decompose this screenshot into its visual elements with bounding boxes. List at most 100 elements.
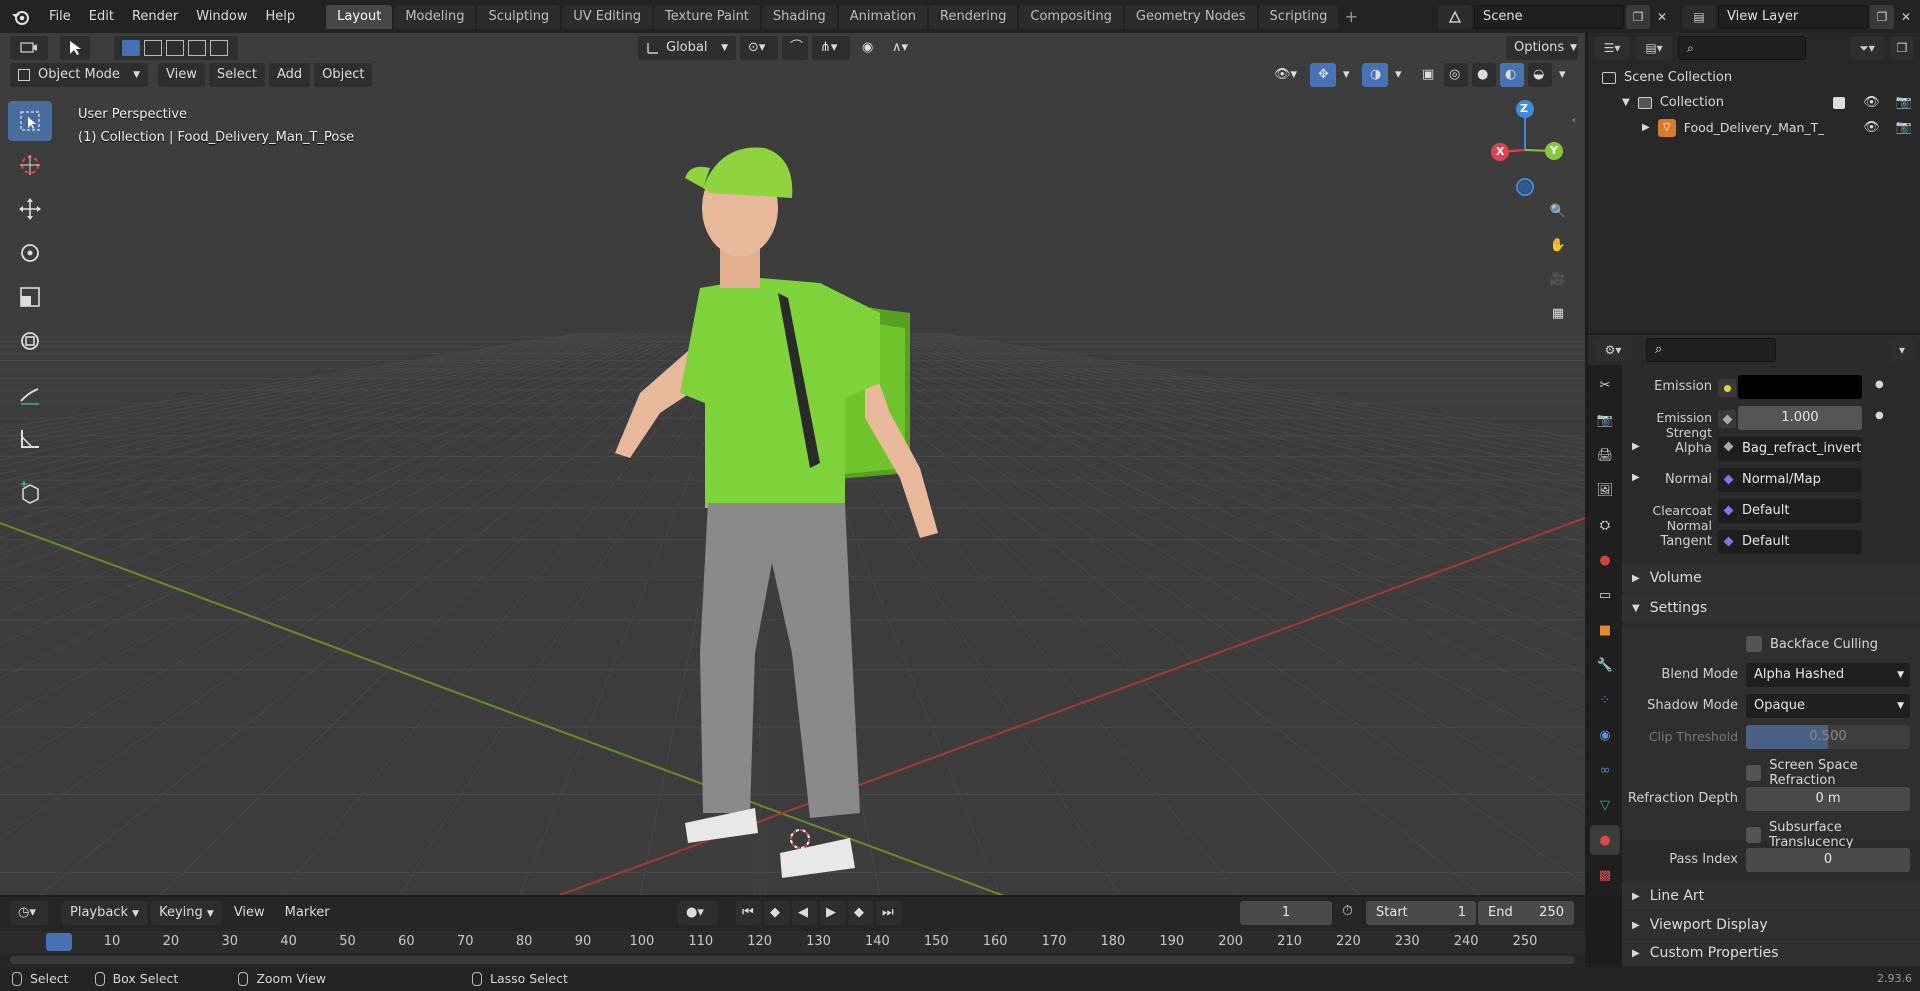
- tab-world[interactable]: ●: [1590, 545, 1620, 575]
- snap-target-dropdown[interactable]: ⋔▾: [812, 36, 850, 60]
- new-scene-button[interactable]: ❐: [1626, 4, 1650, 29]
- shading-dropdown[interactable]: ▾: [1556, 63, 1574, 87]
- custom-properties-panel-header[interactable]: ▶ Custom Properties: [1622, 940, 1920, 966]
- tab-constraints[interactable]: ∞: [1590, 755, 1620, 785]
- proportional-falloff-dropdown[interactable]: ∧▾: [884, 36, 918, 60]
- editor-type-button[interactable]: ☰▾: [1594, 36, 1630, 60]
- properties-options-button[interactable]: ▾: [1890, 338, 1914, 362]
- editor-type-button[interactable]: ◷▾: [10, 901, 48, 925]
- select-mode-group[interactable]: [114, 36, 238, 60]
- collection-row[interactable]: ▼ Collection 👁 📷: [1588, 90, 1920, 115]
- menu-view[interactable]: View: [226, 901, 273, 925]
- emission-color-field[interactable]: [1738, 375, 1862, 399]
- mode-dropdown[interactable]: Object Mode ▼: [10, 63, 148, 87]
- menu-render[interactable]: Render: [123, 0, 187, 33]
- tab-modifiers[interactable]: 🔧: [1590, 650, 1620, 680]
- select-new-icon[interactable]: [122, 40, 140, 56]
- viewport-display-panel-header[interactable]: ▶ Viewport Display: [1622, 911, 1920, 939]
- tab-layout[interactable]: Layout: [326, 4, 393, 29]
- menu-window[interactable]: Window: [187, 0, 256, 33]
- next-keyframe-button[interactable]: ◆: [848, 901, 874, 925]
- tab-rendering[interactable]: Rendering: [929, 4, 1018, 29]
- shadow-mode-dropdown[interactable]: Opaque ▼: [1746, 694, 1910, 718]
- checkbox-icon[interactable]: [1833, 96, 1846, 109]
- tab-particles[interactable]: ⁘: [1590, 685, 1620, 715]
- tab-render[interactable]: 📷: [1590, 405, 1620, 435]
- outliner-search-input[interactable]: ⌕: [1678, 36, 1806, 60]
- shading-solid[interactable]: ●: [1472, 63, 1496, 87]
- menu-marker[interactable]: Marker: [277, 901, 338, 925]
- ortho-toggle-button[interactable]: ▦: [1543, 298, 1573, 328]
- tool-selector-button[interactable]: [60, 36, 90, 60]
- timeline-scrollbar[interactable]: [10, 956, 1575, 964]
- new-view-layer-button[interactable]: ❐: [1870, 4, 1894, 29]
- clearcoat-normal-field[interactable]: Default: [1718, 499, 1862, 523]
- shading-material[interactable]: ◐: [1500, 63, 1524, 87]
- camera-icon[interactable]: 📷: [1896, 95, 1912, 110]
- 3d-viewport[interactable]: Global ▼ ⊙▾ ⌒ ⋔▾ ◉ ∧▾ Options ▼ Object M…: [0, 33, 1585, 895]
- tab-compositing[interactable]: Compositing: [1019, 4, 1123, 29]
- menu-help[interactable]: Help: [257, 0, 305, 33]
- tab-animation[interactable]: Animation: [838, 4, 927, 29]
- current-frame-field[interactable]: 1: [1240, 901, 1332, 925]
- blend-mode-dropdown[interactable]: Alpha Hashed ▼: [1746, 663, 1910, 687]
- end-frame-field[interactable]: End 250: [1478, 901, 1574, 925]
- play-button[interactable]: ▶: [820, 901, 846, 925]
- tab-uv-editing[interactable]: UV Editing: [562, 4, 653, 29]
- socket-dot-icon[interactable]: [1718, 410, 1736, 428]
- display-mode-button[interactable]: ▤▾: [1636, 36, 1672, 60]
- gizmo-toggle[interactable]: ✥: [1310, 63, 1336, 87]
- tab-scripting[interactable]: Scripting: [1258, 4, 1339, 29]
- keyframe-dot-icon[interactable]: ●: [1875, 410, 1884, 421]
- line-art-panel-header[interactable]: ▶ Line Art: [1622, 882, 1920, 910]
- sidebar-toggle-icon[interactable]: ‹: [1572, 115, 1576, 126]
- delete-view-layer-button[interactable]: ✕: [1894, 5, 1918, 29]
- scene-name-field[interactable]: Scene: [1474, 4, 1624, 29]
- new-collection-button[interactable]: ❐: [1890, 36, 1914, 60]
- jump-end-button[interactable]: ⏭: [876, 901, 902, 925]
- rotate-tool[interactable]: [8, 233, 52, 273]
- visibility-dropdown[interactable]: 👁▾: [1266, 63, 1306, 87]
- refraction-depth-field[interactable]: 0 m: [1746, 787, 1910, 811]
- alpha-link-field[interactable]: Bag_refract_invert.p...: [1718, 437, 1862, 461]
- tab-view-layer[interactable]: 🖼: [1590, 475, 1620, 505]
- stopwatch-icon[interactable]: ⏱: [1342, 903, 1353, 919]
- volume-panel-header[interactable]: ▶ Volume: [1622, 564, 1920, 592]
- tab-material[interactable]: ●: [1590, 825, 1620, 855]
- pan-button[interactable]: ✋: [1543, 230, 1573, 260]
- delete-scene-button[interactable]: ✕: [1650, 5, 1674, 29]
- playback-dropdown[interactable]: Playback ▼: [62, 901, 148, 925]
- keyframe-dot-icon[interactable]: ●: [1875, 379, 1884, 390]
- emission-strength-field[interactable]: 1.000: [1738, 406, 1862, 430]
- add-workspace-button[interactable]: +: [1340, 6, 1362, 28]
- annotate-tool[interactable]: [8, 375, 52, 415]
- tab-scene[interactable]: ⛭: [1590, 510, 1620, 540]
- cursor-tool[interactable]: [8, 145, 52, 185]
- scene-selector-button[interactable]: [1438, 4, 1472, 29]
- menu-view[interactable]: View: [158, 63, 205, 87]
- select-intersect-icon[interactable]: [210, 40, 228, 56]
- tab-modeling[interactable]: Modeling: [394, 4, 476, 29]
- transform-tool[interactable]: [8, 321, 52, 361]
- select-box-tool[interactable]: [8, 101, 52, 141]
- camera-view-button[interactable]: 🎥: [1543, 264, 1573, 294]
- socket-dot-icon[interactable]: [1718, 379, 1736, 397]
- scene-collection-row[interactable]: Scene Collection: [1588, 65, 1920, 90]
- playhead[interactable]: [46, 933, 72, 951]
- backface-culling-checkbox[interactable]: Backface Culling: [1746, 636, 1878, 652]
- view-layer-name-field[interactable]: View Layer: [1718, 4, 1868, 29]
- gizmo-dropdown[interactable]: ▾: [1340, 63, 1358, 87]
- pivot-point-dropdown[interactable]: ⊙▾: [740, 36, 778, 60]
- pass-index-field[interactable]: 0: [1746, 848, 1910, 872]
- tab-collection[interactable]: ▭: [1590, 580, 1620, 610]
- shading-rendered[interactable]: ◒: [1528, 63, 1552, 87]
- clip-threshold-slider[interactable]: 0.500: [1746, 725, 1910, 749]
- 3d-cursor-icon[interactable]: [786, 825, 814, 853]
- expand-arrow-icon[interactable]: ▶: [1642, 122, 1650, 133]
- tab-output[interactable]: 🖨: [1590, 440, 1620, 470]
- eye-icon[interactable]: 👁: [1863, 95, 1880, 110]
- editor-type-button[interactable]: ⚙▾: [1594, 338, 1632, 362]
- play-reverse-button[interactable]: ◀: [792, 901, 818, 925]
- tab-shading[interactable]: Shading: [761, 4, 837, 29]
- normal-link-field[interactable]: Normal/Map: [1718, 468, 1862, 492]
